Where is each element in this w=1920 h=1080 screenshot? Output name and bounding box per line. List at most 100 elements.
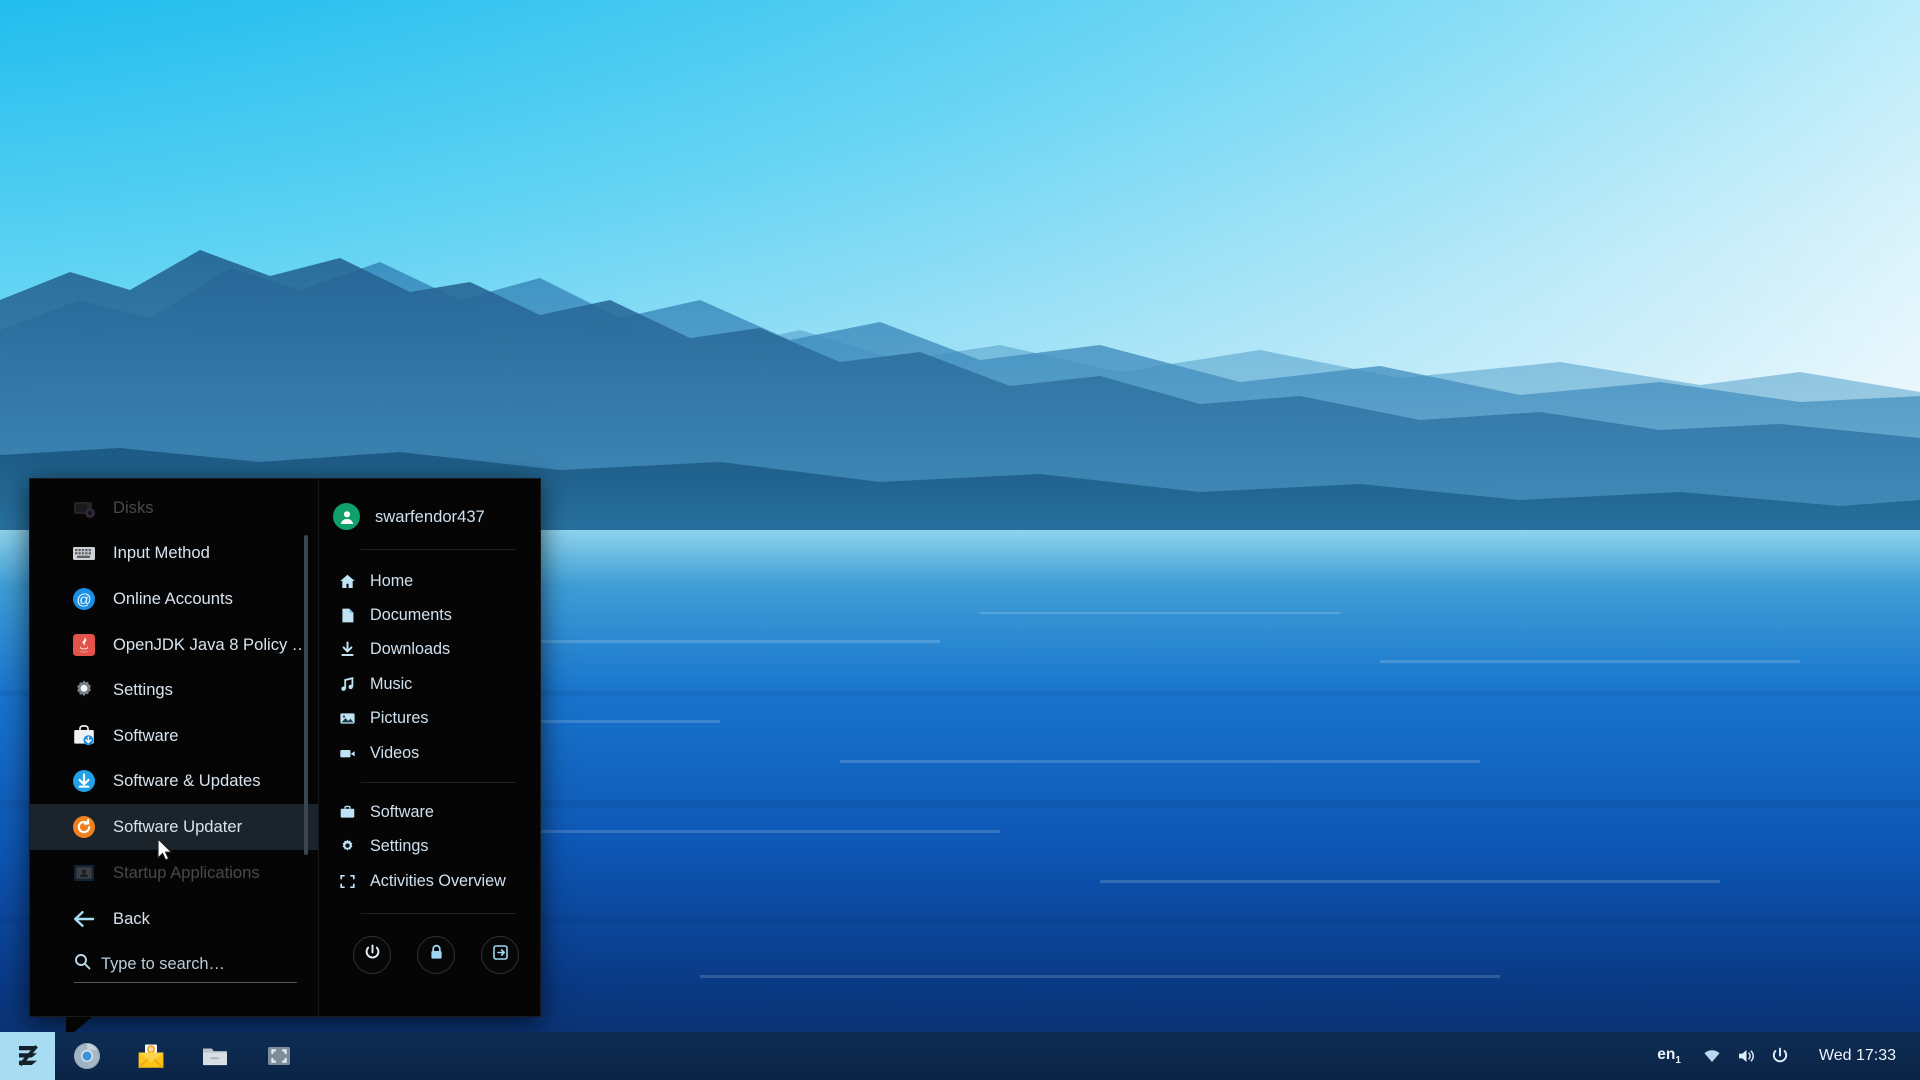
tray-sound-button[interactable]: [1729, 1032, 1763, 1080]
gear-icon: [339, 838, 356, 855]
place-label: Videos: [370, 744, 419, 763]
taskbar-item-mail[interactable]: @: [119, 1032, 183, 1080]
application-menu[interactable]: Disks: [29, 478, 541, 1017]
svg-text:@: @: [148, 1047, 154, 1053]
system-tray: en1 Wed 17:33: [1643, 1032, 1920, 1080]
logout-button[interactable]: [481, 936, 519, 974]
java-icon: [71, 632, 97, 658]
taskbar: @ en1: [0, 1032, 1920, 1080]
logout-icon: [491, 943, 510, 967]
place-item-home[interactable]: Home: [335, 564, 540, 598]
lock-icon: [427, 943, 446, 967]
volume-icon: [1736, 1046, 1756, 1066]
home-icon: [339, 573, 356, 590]
keyboard-icon: [71, 540, 97, 566]
app-label: Software Updater: [113, 817, 242, 837]
places-list: Home Documents Downloads: [319, 550, 540, 770]
briefcase-icon: [339, 804, 356, 821]
app-item-openjdk-policy[interactable]: OpenJDK Java 8 Policy T…: [30, 622, 318, 668]
app-label: Software: [113, 726, 178, 746]
mail-envelope-icon: @: [136, 1041, 166, 1071]
lock-button[interactable]: [417, 936, 455, 974]
picture-icon: [339, 710, 356, 727]
taskbar-item-workspaces[interactable]: [247, 1032, 311, 1080]
taskbar-item-files[interactable]: [183, 1032, 247, 1080]
place-item-videos[interactable]: Videos: [335, 736, 540, 770]
app-item-disks[interactable]: Disks: [30, 485, 318, 531]
svg-text:@: @: [76, 591, 91, 608]
chromium-icon: [72, 1041, 102, 1071]
search-icon: [74, 953, 91, 975]
gear-icon: [71, 677, 97, 703]
system-item-software[interactable]: Software: [335, 795, 540, 829]
download-circle-icon: [71, 768, 97, 794]
app-item-online-accounts[interactable]: @ Online Accounts: [30, 576, 318, 622]
system-item-activities-overview[interactable]: Activities Overview: [335, 864, 540, 898]
system-item-settings[interactable]: Settings: [335, 830, 540, 864]
wifi-icon: [1702, 1046, 1722, 1066]
arrow-left-icon: [71, 906, 97, 932]
place-label: Home: [370, 572, 413, 591]
document-icon: [339, 607, 356, 624]
app-label: Settings: [113, 680, 173, 700]
download-icon: [339, 641, 356, 658]
disks-icon: [71, 495, 97, 521]
start-menu-button[interactable]: [0, 1032, 55, 1080]
app-item-software-and-updates[interactable]: Software & Updates: [30, 759, 318, 805]
power-icon: [363, 943, 382, 967]
place-label: Music: [370, 675, 412, 694]
app-label: OpenJDK Java 8 Policy T…: [113, 635, 318, 655]
place-label: Downloads: [370, 640, 450, 659]
power-icon: [1770, 1046, 1790, 1066]
layout-code: en: [1657, 1046, 1675, 1063]
application-list[interactable]: Disks: [30, 485, 318, 893]
tray-network-button[interactable]: [1695, 1032, 1729, 1080]
music-note-icon: [339, 676, 356, 693]
app-label: Software & Updates: [113, 771, 261, 791]
overview-icon: [339, 873, 356, 890]
app-item-software[interactable]: Software: [30, 713, 318, 759]
refresh-circle-icon: [71, 814, 97, 840]
menu-back-button[interactable]: Back: [30, 893, 318, 945]
folder-icon: [200, 1041, 230, 1071]
menu-search-field[interactable]: Type to search…: [74, 953, 297, 983]
system-label: Software: [370, 803, 434, 822]
shutdown-button[interactable]: [353, 936, 391, 974]
workspace-switcher-icon: [264, 1041, 294, 1071]
user-account-row[interactable]: swarfendor437: [319, 479, 540, 530]
keyboard-layout-indicator[interactable]: en1: [1643, 1046, 1695, 1066]
app-label: Online Accounts: [113, 589, 233, 609]
mouse-cursor: [157, 838, 175, 864]
app-label: Input Method: [113, 543, 210, 563]
back-label: Back: [113, 909, 150, 929]
menu-right-column: swarfendor437 Home Document: [318, 479, 540, 1016]
user-avatar-icon: [333, 503, 360, 530]
user-name-label: swarfendor437: [375, 507, 485, 527]
software-bag-icon: [71, 723, 97, 749]
app-label: Disks: [113, 498, 154, 518]
place-item-downloads[interactable]: Downloads: [335, 633, 540, 667]
app-label: Startup Applications: [113, 863, 260, 883]
place-item-documents[interactable]: Documents: [335, 598, 540, 632]
app-item-settings[interactable]: Settings: [30, 667, 318, 713]
place-item-music[interactable]: Music: [335, 667, 540, 701]
search-placeholder: Type to search…: [101, 955, 225, 974]
session-buttons: [319, 914, 540, 974]
system-list: Software Settings: [319, 783, 540, 898]
app-item-input-method[interactable]: Input Method: [30, 531, 318, 577]
system-label: Activities Overview: [370, 872, 506, 891]
place-label: Pictures: [370, 709, 428, 728]
video-camera-icon: [339, 745, 356, 762]
tray-power-button[interactable]: [1763, 1032, 1797, 1080]
startup-icon: [71, 860, 97, 886]
place-label: Documents: [370, 606, 452, 625]
taskbar-item-browser[interactable]: [55, 1032, 119, 1080]
at-sign-icon: @: [71, 586, 97, 612]
zorin-logo-icon: [13, 1041, 43, 1071]
layout-index: 1: [1675, 1055, 1681, 1066]
place-item-pictures[interactable]: Pictures: [335, 702, 540, 736]
clock[interactable]: Wed 17:33: [1797, 1047, 1902, 1065]
system-label: Settings: [370, 837, 429, 856]
app-list-scrollbar-thumb[interactable]: [304, 535, 308, 855]
menu-left-column: Disks: [30, 479, 318, 1016]
